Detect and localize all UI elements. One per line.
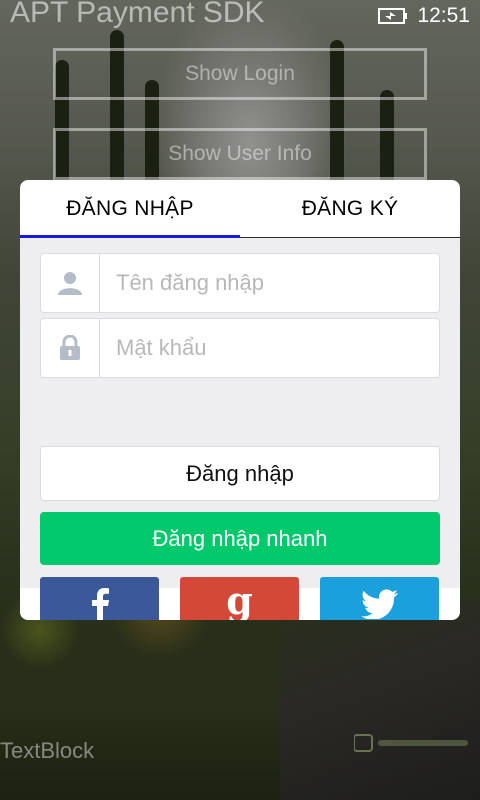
facebook-login-button[interactable]: [40, 577, 159, 620]
battery-charging-icon: [378, 8, 407, 24]
password-icon-box: [41, 319, 100, 377]
google-login-button[interactable]: g: [180, 577, 299, 620]
login-button[interactable]: Đăng nhập: [40, 446, 440, 501]
watermark-logo: [353, 732, 472, 754]
login-form: Đăng nhập Đăng nhập nhanh g: [20, 238, 460, 620]
password-input[interactable]: [100, 319, 439, 377]
tab-login[interactable]: ĐĂNG NHẬP: [20, 180, 240, 237]
show-user-info-button[interactable]: Show User Info: [53, 128, 427, 180]
login-dialog: ĐĂNG NHẬP ĐĂNG KÝ Đăng nh: [20, 180, 460, 620]
status-bar: 12:51: [0, 0, 480, 32]
twitter-login-button[interactable]: [320, 577, 439, 620]
username-field: [40, 253, 440, 313]
username-input[interactable]: [100, 254, 439, 312]
password-field: [40, 318, 440, 378]
user-icon: [58, 272, 82, 295]
status-time: 12:51: [417, 4, 470, 27]
twitter-icon: [360, 589, 398, 619]
facebook-icon: [91, 588, 109, 620]
show-login-button[interactable]: Show Login: [53, 48, 427, 100]
auth-tabs: ĐĂNG NHẬP ĐĂNG KÝ: [20, 180, 460, 238]
google-icon: g: [226, 578, 253, 620]
textblock-label: TextBlock: [0, 738, 95, 763]
quick-login-button[interactable]: Đăng nhập nhanh: [40, 512, 440, 565]
username-icon-box: [41, 254, 100, 312]
tab-register[interactable]: ĐĂNG KÝ: [240, 180, 460, 237]
lock-icon: [60, 335, 80, 360]
